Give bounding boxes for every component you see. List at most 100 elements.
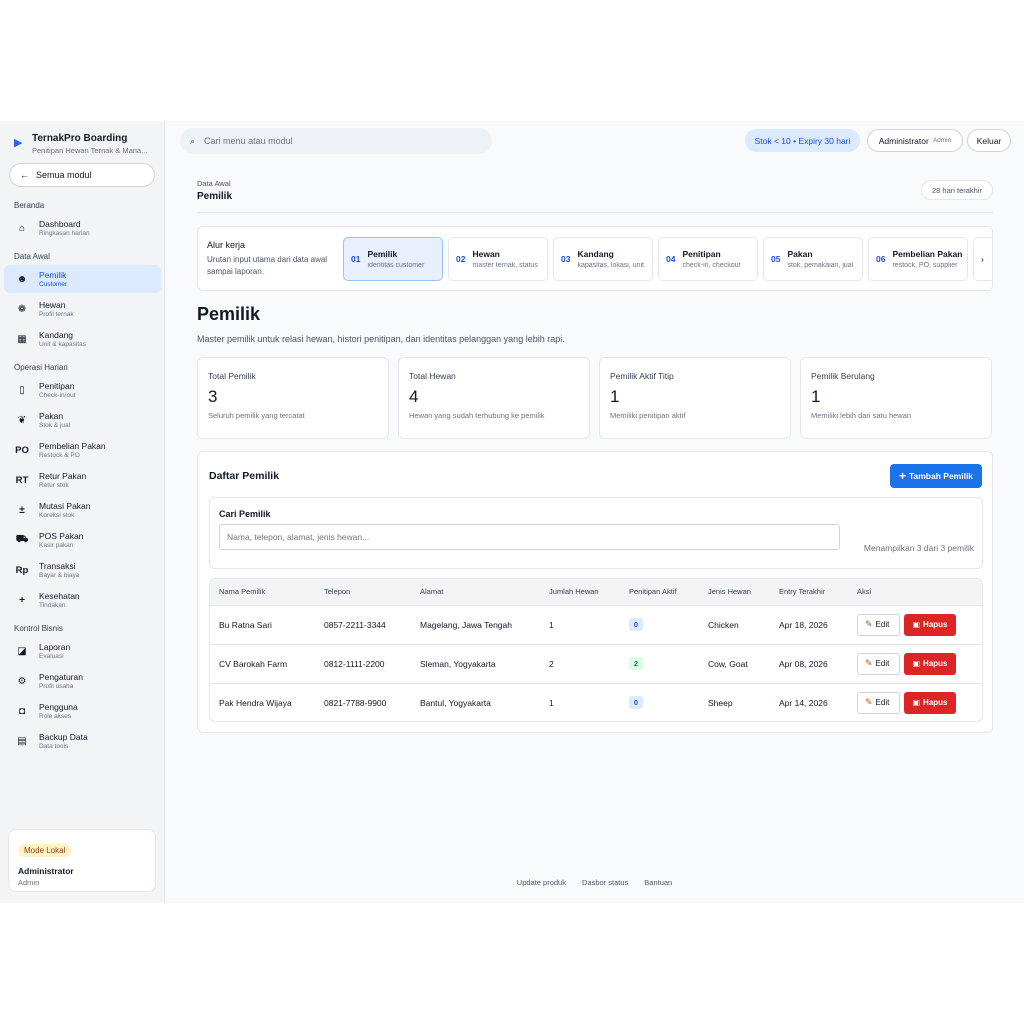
health-icon: + [19, 594, 25, 606]
edit-button[interactable]: ✎ Edit [857, 652, 900, 675]
workflow-step-sub: kapasitas, lokasi, unit [577, 261, 645, 269]
sidebar-item-mutasi-pakan[interactable]: ± Mutasi Pakan Koreksi stok [4, 496, 161, 524]
footer-link[interactable]: Update produk [517, 878, 566, 887]
stock-alert-pill[interactable]: Stok < 10 • Expiry 30 hari [745, 129, 860, 152]
edit-button[interactable]: ✎ Edit [857, 691, 900, 714]
sidebar-item-kandang[interactable]: ▦ Kandang Unit & kapasitas [4, 325, 161, 353]
workflow-step-06[interactable]: 06 Pembelian Pakan restock, PO, supplier [868, 237, 968, 281]
workflow-step-text: Hewan master ternak, status [472, 250, 544, 269]
user-role: Admin [18, 878, 40, 887]
workflow-step-text: Pakan stok, pemakaian, jual [787, 250, 859, 269]
play-logo-icon: ▶ [14, 137, 23, 149]
workflow-step-03[interactable]: 03 Kandang kapasitas, lokasi, unit [553, 237, 653, 281]
breadcrumb[interactable]: Data Awal [197, 179, 231, 188]
sidebar-item-label: Kandang [39, 329, 74, 340]
section-title: Pemilik [197, 191, 233, 202]
animal-count: 1 [540, 605, 620, 645]
workflow-step-sub: identitas customer [367, 261, 425, 269]
column-header: Aksi [848, 579, 982, 606]
paw-icon: ❁ [17, 303, 27, 315]
table-row: Pak Hendra Wijaya 0821-7788-9900 Bantul, Y… [210, 683, 982, 721]
sidebar-item-hewan[interactable]: ❁ Hewan Profil ternak [4, 295, 161, 323]
sidebar-item-pengaturan[interactable]: ⚙ Pengaturan Profil usaha [4, 667, 161, 695]
workflow-step-text: Kandang kapasitas, lokasi, unit [577, 250, 649, 269]
owner-name: Pak Hendra Wijaya [219, 697, 292, 708]
sidebar-item-text: Mutasi Pakan Koreksi stok [39, 501, 91, 520]
all-modules-button[interactable]: ← Semua modul [9, 163, 155, 187]
workflow-step-01[interactable]: 01 Pemilik identitas customer [343, 237, 443, 281]
brand[interactable]: ▶ TernakPro Boarding Penitipan Hewan Ter… [0, 121, 164, 161]
sidebar-item-pakan[interactable]: ❦ Pakan Stok & jual [4, 406, 161, 434]
workflow-step-04[interactable]: 04 Penitipan check-in, checkout [658, 237, 758, 281]
active-boarding-badge: 2 [629, 657, 643, 670]
result-count: Menampilkan 3 dari 3 pemilik [863, 543, 974, 553]
sidebar-item-transaksi[interactable]: Rp Transaksi Bayar & biaya [4, 556, 161, 584]
column-header: Nama Pemilik [210, 579, 315, 606]
sidebar-item-pengguna[interactable]: ◘ Pengguna Role akses [4, 697, 161, 725]
topbar: ⌕ Cari menu atau modul Stok < 10 • Expir… [165, 121, 1024, 161]
workflow-step-text: Pemilik identitas customer [367, 250, 439, 269]
workflow-step-number: 01 [351, 254, 361, 264]
search-icon: ⌕ [190, 135, 196, 146]
filter-box: Cari Pemilik Menampilkan 3 dari 3 pemili… [209, 497, 983, 569]
footer: Update produk Dasbor status Bantuan [165, 878, 1024, 887]
sidebar-item-retur-pakan[interactable]: RT Retur Pakan Retur stok [4, 466, 161, 494]
workflow-step-name: Penitipan [682, 249, 721, 259]
sidebar-item-kesehatan[interactable]: + Kesehatan Tindakan [4, 586, 161, 614]
sidebar-item-pos-pakan[interactable]: ⛟ POS Pakan Kasir pakan [4, 526, 161, 554]
footer-link[interactable]: Dasbor status [582, 878, 628, 887]
sidebar-item-text: Kesehatan Tindakan [39, 591, 80, 610]
page-description: Master pemilik untuk relasi hewan, histo… [197, 334, 565, 344]
sidebar-item-pemilik[interactable]: ☻ Pemilik Customer [4, 265, 161, 293]
sidebar-item-sub: Role akses [39, 712, 72, 720]
trash-icon: ▣ [912, 620, 921, 629]
sidebar-item-backup-data[interactable]: ▤ Backup Data Data tools [4, 727, 161, 755]
rt-icon: RT [15, 474, 29, 486]
sidebar-nav: Beranda ⌂ Dashboard Ringkasan harian Data Aw… [0, 201, 164, 755]
actions-cell: ✎ Edit ▣ Hapus [848, 605, 982, 645]
sidebar-item-text: Hewan Profil ternak [39, 300, 74, 319]
edit-button[interactable]: ✎ Edit [857, 613, 900, 636]
admin-menu-button[interactable]: Administrator Admin [867, 129, 963, 152]
sidebar-item-dashboard[interactable]: ⌂ Dashboard Ringkasan harian [4, 214, 161, 242]
footer-link[interactable]: Bantuan [644, 878, 672, 887]
sidebar-item-sub: Profil ternak [39, 310, 74, 318]
plus-icon: + [898, 469, 906, 483]
sidebar-item-text: Pengguna Role akses [39, 702, 78, 721]
sidebar-item-label: POS Pakan [39, 530, 84, 541]
stat-label: Pemilik Aktif Titip [610, 371, 674, 381]
sidebar-section-label: Data Awal [14, 252, 50, 261]
last-entry: Apr 14, 2026 [779, 697, 828, 708]
search-placeholder: Cari menu atau modul [204, 136, 293, 146]
owner-phone: 0812-1111-2200 [315, 644, 411, 684]
owner-search-input[interactable] [219, 524, 840, 550]
sidebar-item-laporan[interactable]: ◪ Laporan Evaluasi [4, 637, 161, 665]
person-icon: ☻ [16, 273, 28, 285]
table-header-row: Nama Pemilik Telepon Alamat Jumlah Hewan Pen… [210, 579, 982, 606]
workflow-step-number: 03 [561, 254, 571, 264]
delete-button[interactable]: ▣ Hapus [904, 652, 956, 675]
logout-button[interactable]: Keluar [967, 129, 1011, 152]
sidebar-item-label: Penitipan [39, 380, 75, 391]
workflow-step-02[interactable]: 02 Hewan master ternak, status [448, 237, 548, 281]
date-range-pill[interactable]: 28 hari terakhir [921, 180, 993, 200]
sidebar-item-penitipan[interactable]: ▯ Penitipan Check-in/out [4, 376, 161, 404]
sidebar-item-text: Pengaturan Profil usaha [39, 672, 83, 691]
owner-table: Nama Pemilik Telepon Alamat Jumlah Hewan Pen… [209, 578, 983, 722]
stat-card: Total Hewan 4 Hewan yang sudah terhubung k… [398, 357, 590, 439]
delete-button[interactable]: ▣ Hapus [904, 691, 956, 714]
workflow-step-05[interactable]: 05 Pakan stok, pemakaian, jual [763, 237, 863, 281]
workflow-step-sub: check-in, checkout [682, 261, 741, 269]
table-row: Bu Ratna Sari 0857-2211-3344 Magelang, Jaw… [210, 605, 982, 645]
sidebar-section-label: Beranda [14, 201, 45, 210]
sidebar-item-pembelian-pakan[interactable]: PO Pembelian Pakan Restock & PO [4, 436, 161, 464]
add-owner-button[interactable]: + Tambah Pemilik [890, 464, 982, 488]
po-icon: PO [15, 444, 29, 456]
search-input[interactable]: ⌕ Cari menu atau modul [180, 128, 492, 154]
workflow-step-sub: master ternak, status [472, 261, 538, 269]
workflow-step-number: 06 [876, 254, 886, 264]
stat-card: Total Pemilik 3 Seluruh pemilik yang terca… [197, 357, 389, 439]
workflow-step-next[interactable]: › [973, 237, 992, 281]
delete-button[interactable]: ▣ Hapus [904, 613, 956, 636]
barn-icon: ▦ [17, 333, 27, 345]
